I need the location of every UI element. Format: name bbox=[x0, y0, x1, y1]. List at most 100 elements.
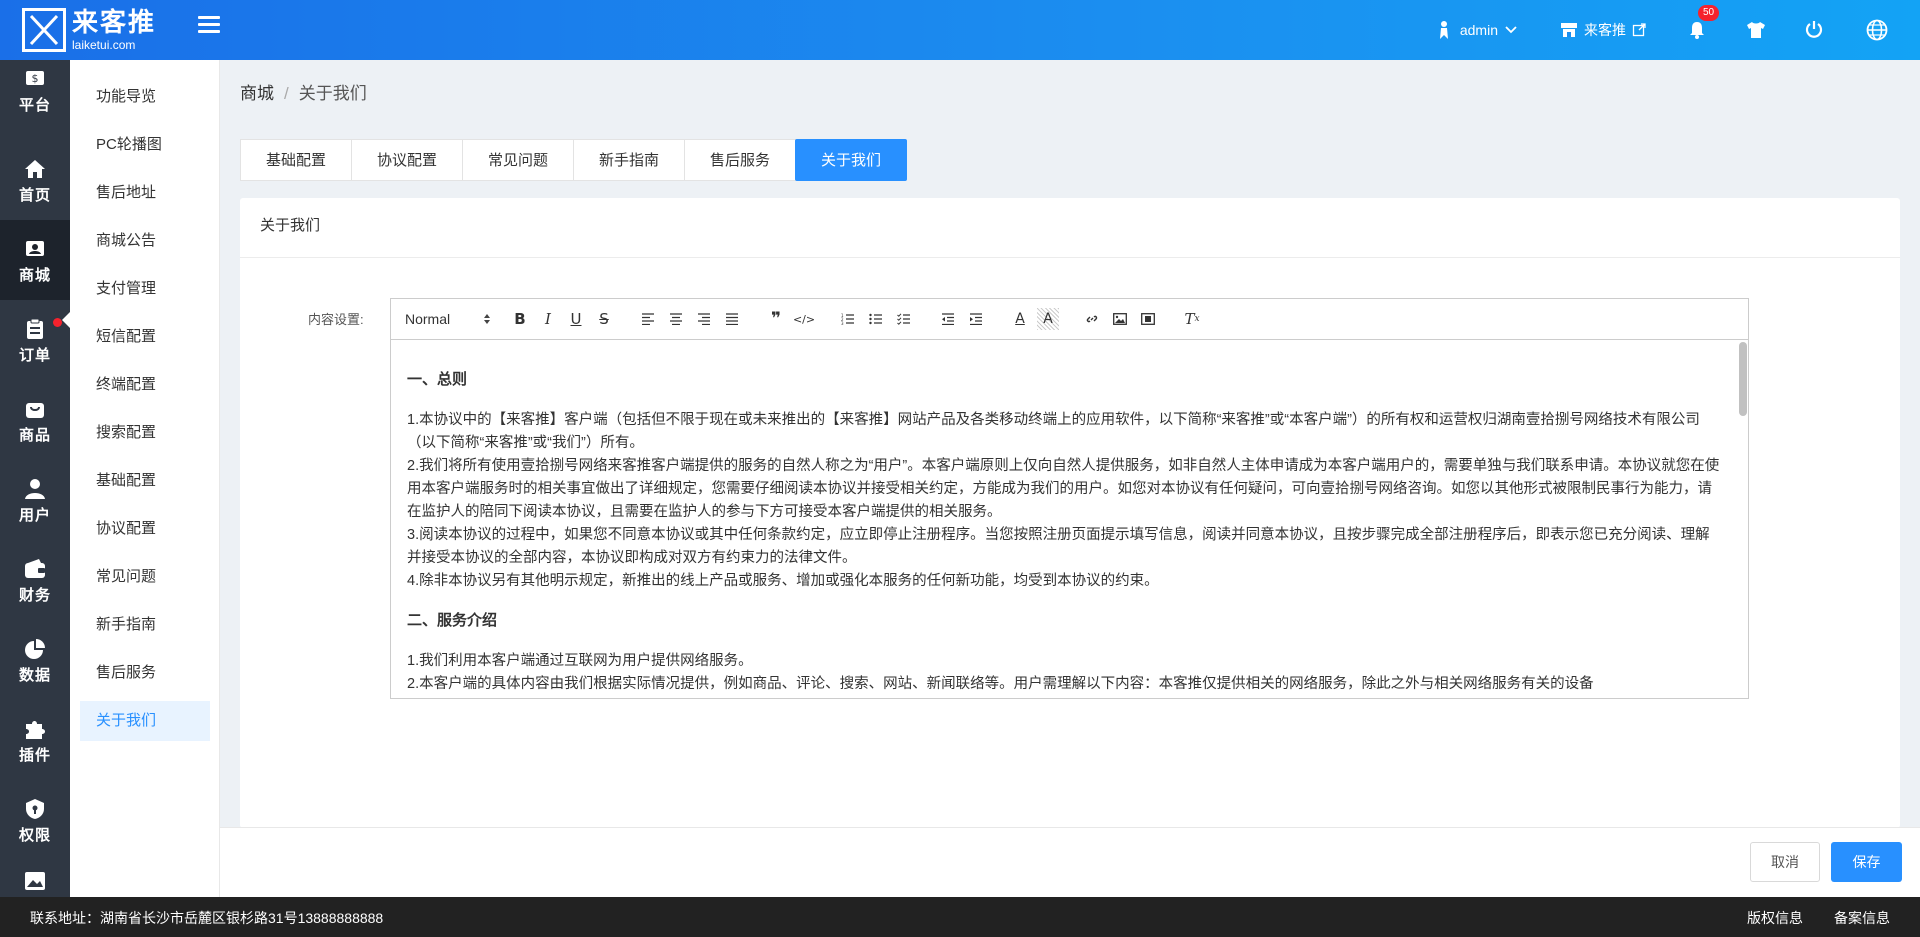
tshirt-icon bbox=[1747, 22, 1765, 38]
chevron-down-icon bbox=[1505, 26, 1517, 34]
action-bar: 取消 保存 bbox=[220, 827, 1920, 897]
svg-text:3: 3 bbox=[841, 321, 844, 325]
main-nav: $ 平台 首页 商城 订单 商品 用户 财务 数据 插件 权限 bbox=[0, 60, 70, 897]
sub-item-pc-carousel[interactable]: PC轮播图 bbox=[80, 125, 210, 165]
strikethrough-icon[interactable]: S bbox=[593, 308, 615, 330]
logout-button[interactable] bbox=[1804, 20, 1824, 40]
logo-title: 来客推 bbox=[72, 7, 157, 37]
image-insert-icon[interactable] bbox=[1109, 308, 1131, 330]
breadcrumb-root[interactable]: 商城 bbox=[240, 84, 274, 103]
save-button[interactable]: 保存 bbox=[1831, 842, 1902, 882]
nav-users[interactable]: 用户 bbox=[0, 460, 70, 540]
logo[interactable]: 来客推 laiketui.com bbox=[22, 8, 156, 54]
nav-platform[interactable]: $ 平台 bbox=[0, 60, 70, 140]
indent-icon[interactable] bbox=[965, 308, 987, 330]
sub-item-basic[interactable]: 基础配置 bbox=[80, 461, 210, 501]
nav-store[interactable]: 商城 bbox=[0, 220, 70, 300]
nav-home[interactable]: 首页 bbox=[0, 140, 70, 220]
italic-icon[interactable]: I bbox=[537, 308, 559, 330]
sub-item-feature-guide[interactable]: 功能导览 bbox=[80, 77, 210, 117]
text-color-icon[interactable]: A bbox=[1009, 308, 1031, 330]
section-heading-service: 二、服务介绍 bbox=[407, 612, 498, 629]
user-avatar-icon bbox=[1439, 21, 1448, 39]
cancel-button[interactable]: 取消 bbox=[1750, 842, 1820, 882]
user-icon bbox=[25, 479, 45, 499]
align-right-icon[interactable] bbox=[693, 308, 715, 330]
notification-button[interactable]: 50 bbox=[1688, 5, 1720, 40]
wallet-icon bbox=[25, 559, 45, 578]
editor-content[interactable]: 一、总则 1.本协议中的【来客推】客户端（包括但不限于现在或未来推出的【来客推】… bbox=[391, 340, 1748, 698]
nav-plugins[interactable]: 插件 bbox=[0, 700, 70, 780]
sub-item-sms[interactable]: 短信配置 bbox=[80, 317, 210, 357]
orders-alert-dot bbox=[53, 318, 62, 327]
nav-permissions[interactable]: 权限 bbox=[0, 780, 70, 860]
config-tabs: 基础配置 协议配置 常见问题 新手指南 售后服务 关于我们 bbox=[240, 139, 907, 181]
checklist-icon[interactable] bbox=[893, 308, 915, 330]
menu-toggle-icon[interactable] bbox=[198, 16, 220, 38]
power-icon bbox=[1805, 21, 1823, 38]
format-select[interactable]: Normal bbox=[405, 311, 491, 327]
dollar-icon: $ bbox=[26, 71, 44, 85]
align-justify-icon[interactable] bbox=[721, 308, 743, 330]
store-name: 来客推 bbox=[1584, 22, 1626, 38]
tab-aftersale[interactable]: 售后服务 bbox=[684, 139, 796, 181]
sub-item-faq[interactable]: 常见问题 bbox=[80, 557, 210, 597]
svg-text:$: $ bbox=[32, 72, 39, 85]
paragraph: 3.阅读本协议的过程中，如果您不同意本协议或其中任何条款约定，应立即停止注册程序… bbox=[407, 527, 1710, 566]
sub-item-guide[interactable]: 新手指南 bbox=[80, 605, 210, 645]
ordered-list-icon[interactable]: 123 bbox=[837, 308, 859, 330]
puzzle-icon bbox=[26, 721, 45, 739]
blockquote-icon[interactable]: ❞ bbox=[765, 308, 787, 330]
updown-icon bbox=[484, 314, 490, 324]
editor-toolbar: Normal B I U S ❞ </> 123 A A T x bbox=[391, 299, 1748, 340]
paragraph: 2.本客户端的具体内容由我们根据实际情况提供，例如商品、评论、搜索、网站、新闻联… bbox=[407, 676, 1594, 692]
link-icon[interactable] bbox=[1081, 308, 1103, 330]
bag-icon bbox=[26, 403, 44, 418]
store-icon bbox=[26, 241, 44, 256]
tab-basic[interactable]: 基础配置 bbox=[240, 139, 352, 181]
nav-media[interactable] bbox=[0, 860, 70, 897]
sub-item-aftersale-address[interactable]: 售后地址 bbox=[80, 173, 210, 213]
bold-icon[interactable]: B bbox=[509, 308, 531, 330]
editor-scrollbar[interactable] bbox=[1739, 342, 1747, 696]
bullet-list-icon[interactable] bbox=[865, 308, 887, 330]
sub-item-aftersale[interactable]: 售后服务 bbox=[80, 653, 210, 693]
home-icon bbox=[25, 160, 45, 178]
sub-item-terminal[interactable]: 终端配置 bbox=[80, 365, 210, 405]
breadcrumb-current: 关于我们 bbox=[298, 84, 367, 103]
active-indicator bbox=[62, 312, 70, 328]
user-menu[interactable]: admin bbox=[1436, 20, 1518, 40]
tab-faq[interactable]: 常见问题 bbox=[462, 139, 574, 181]
underline-icon[interactable]: U bbox=[565, 308, 587, 330]
nav-data[interactable]: 数据 bbox=[0, 620, 70, 700]
sub-item-agreement[interactable]: 协议配置 bbox=[80, 509, 210, 549]
sub-item-payment[interactable]: 支付管理 bbox=[80, 269, 210, 309]
scrollbar-thumb[interactable] bbox=[1739, 342, 1747, 416]
tab-about[interactable]: 关于我们 bbox=[795, 139, 907, 181]
align-left-icon[interactable] bbox=[637, 308, 659, 330]
user-name: admin bbox=[1459, 22, 1498, 38]
copyright-link[interactable]: 版权信息 bbox=[1747, 908, 1803, 928]
align-center-icon[interactable] bbox=[665, 308, 687, 330]
skin-button[interactable] bbox=[1746, 21, 1766, 39]
sub-item-announcement[interactable]: 商城公告 bbox=[80, 221, 210, 261]
outdent-icon[interactable] bbox=[937, 308, 959, 330]
nav-orders[interactable]: 订单 bbox=[0, 300, 70, 380]
pie-chart-icon bbox=[25, 639, 45, 659]
language-button[interactable] bbox=[1866, 19, 1888, 41]
sub-item-search[interactable]: 搜索配置 bbox=[80, 413, 210, 453]
store-link[interactable]: 来客推 bbox=[1560, 20, 1646, 40]
tab-agreement[interactable]: 协议配置 bbox=[351, 139, 463, 181]
video-insert-icon[interactable] bbox=[1137, 308, 1159, 330]
code-block-icon[interactable]: </> bbox=[793, 308, 815, 330]
nav-finance[interactable]: 财务 bbox=[0, 540, 70, 620]
nav-products[interactable]: 商品 bbox=[0, 380, 70, 460]
notification-badge: 50 bbox=[1698, 5, 1720, 21]
bell-icon bbox=[1690, 22, 1704, 39]
background-color-icon[interactable]: A bbox=[1037, 308, 1059, 330]
paragraph: 2.我们将所有使用壹拾捌号网络来客推客户端提供的服务的自然人称之为“用户”。本客… bbox=[407, 458, 1720, 520]
clear-format-icon[interactable]: Tx bbox=[1181, 308, 1203, 330]
record-link[interactable]: 备案信息 bbox=[1834, 908, 1890, 928]
sub-item-about[interactable]: 关于我们 bbox=[80, 701, 210, 741]
tab-guide[interactable]: 新手指南 bbox=[573, 139, 685, 181]
